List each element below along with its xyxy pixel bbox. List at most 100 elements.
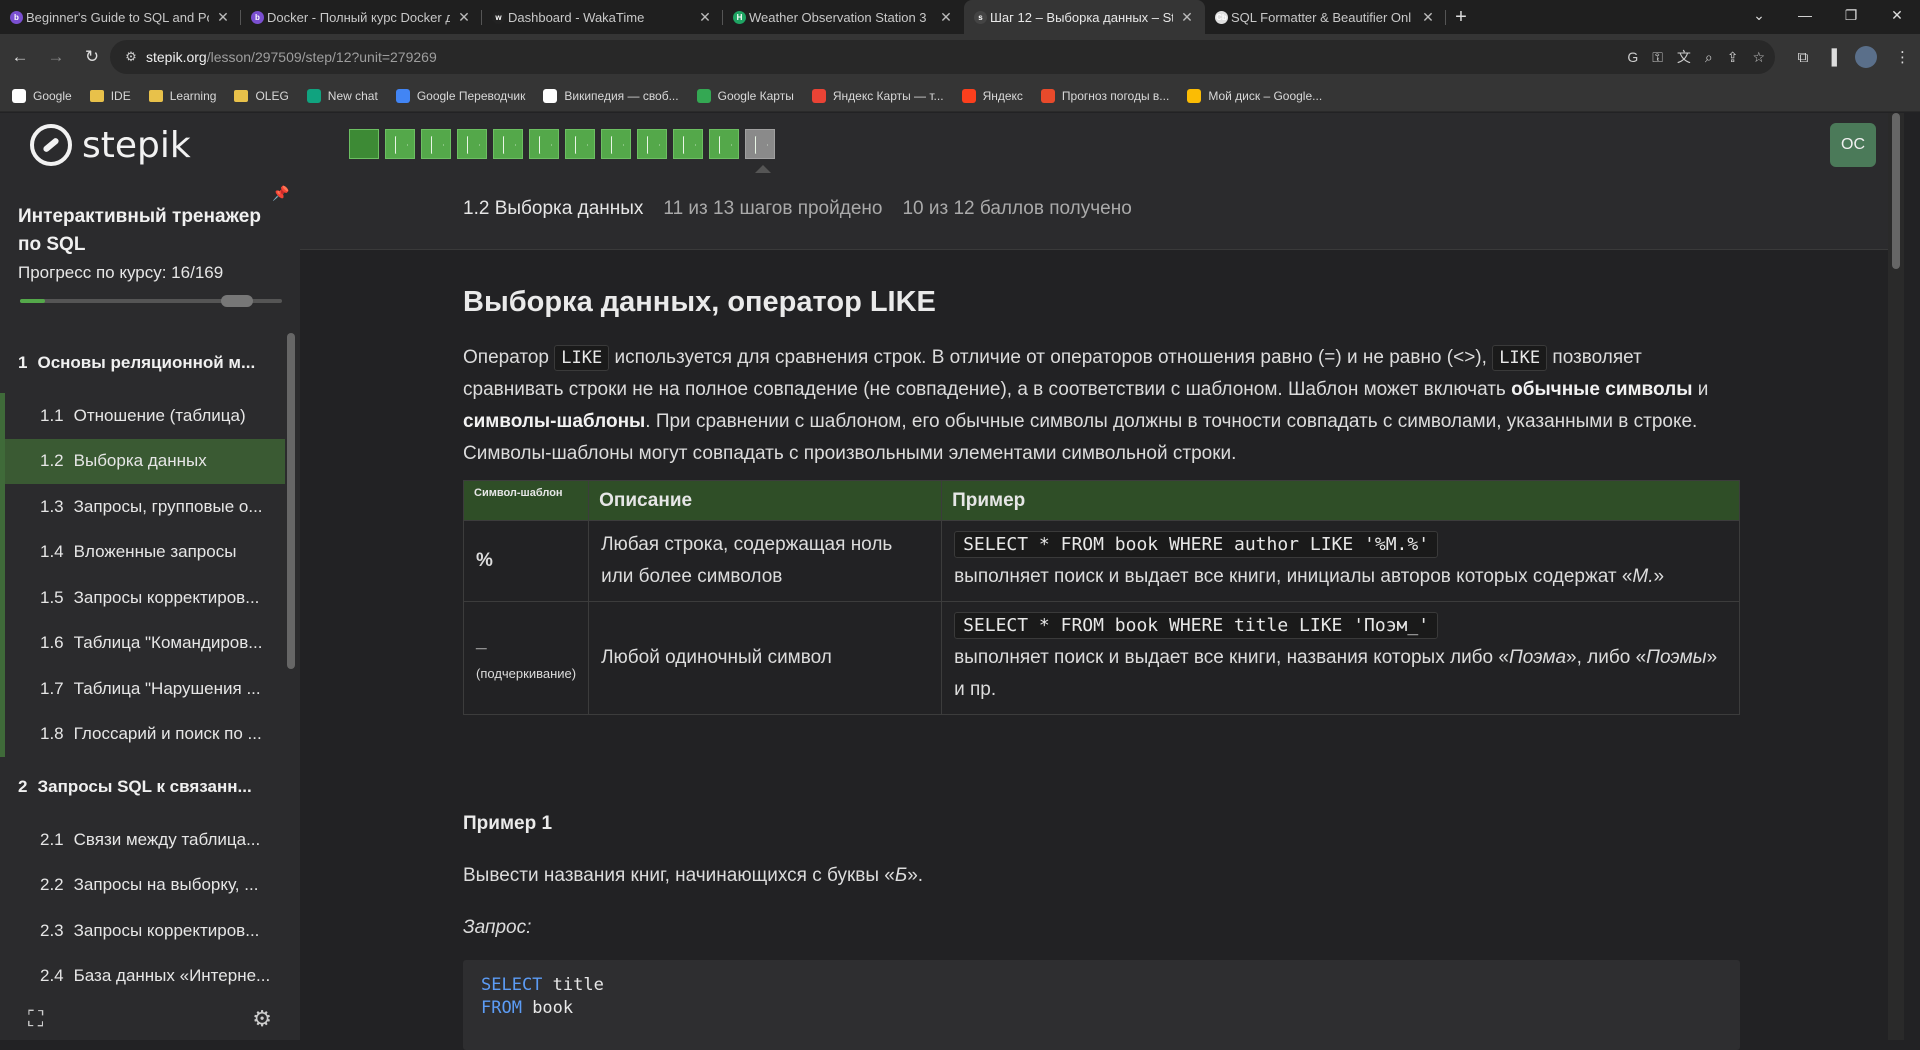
lesson-number: 1.5 (40, 587, 64, 607)
bookmark-item[interactable]: New chat (306, 88, 378, 103)
sidebar-lesson-item[interactable]: 1.5 Запросы корректиров... (0, 575, 285, 621)
browser-tab[interactable]: H Weather Observation Station 3 ✕ (723, 0, 964, 34)
menu-kebab-icon[interactable]: ⋮ (1895, 48, 1910, 66)
back-button[interactable]: ← (4, 41, 36, 73)
step-tab[interactable] (673, 129, 703, 159)
bookmark-item[interactable]: Google (12, 88, 72, 103)
translate-icon[interactable]: 文 (1677, 47, 1691, 67)
tab-search-icon[interactable]: ⌄ (1736, 0, 1782, 30)
site-favicon-icon (696, 88, 711, 103)
step-tab[interactable] (529, 129, 559, 159)
step-tab[interactable] (457, 129, 487, 159)
step-tab[interactable] (385, 129, 415, 159)
bookmark-label: Learning (169, 88, 217, 103)
sidebar-lesson-item[interactable]: 1.4 Вложенные запросы (0, 529, 285, 575)
progress-toggle[interactable] (221, 295, 253, 307)
step-tab[interactable] (709, 129, 739, 159)
maximize-button[interactable]: ❐ (1828, 0, 1874, 30)
step-tab[interactable] (601, 129, 631, 159)
google-lens-icon[interactable]: G (1627, 49, 1638, 65)
course-title[interactable]: Интерактивный тренажер по SQL (18, 203, 278, 259)
sidebar-lesson-item[interactable]: 1.8 Глоссарий и поиск по ... (0, 711, 285, 757)
share-icon[interactable]: ⇪ (1727, 49, 1739, 66)
bookmark-item[interactable]: Мой диск – Google... (1187, 88, 1322, 103)
bookmark-item[interactable]: IDE (89, 89, 131, 103)
user-avatar[interactable]: OC (1830, 123, 1876, 167)
pin-icon[interactable]: 📌 (272, 185, 289, 202)
module-header[interactable]: 1 Основы реляционной м... (0, 333, 285, 393)
step-tab[interactable] (565, 129, 595, 159)
bookmark-star-icon[interactable]: ☆ (1752, 49, 1765, 66)
settings-gear-icon[interactable]: ⚙ (252, 1006, 272, 1032)
new-tab-button[interactable]: + (1446, 0, 1476, 34)
zoom-icon[interactable]: ⌕ (1705, 49, 1713, 66)
step-tab[interactable] (745, 129, 775, 159)
tab-close-icon[interactable]: ✕ (697, 9, 713, 26)
tab-close-icon[interactable]: ✕ (215, 9, 231, 26)
sidebar-scrollbar[interactable] (287, 333, 295, 669)
tab-title: Beginner's Guide to SQL and Po (26, 9, 209, 25)
stepik-logo[interactable]: stepik (30, 123, 191, 167)
bookmark-item[interactable]: Google Переводчик (395, 88, 525, 103)
sidebar-lesson-item[interactable]: 1.6 Таблица "Командиров... (0, 620, 285, 666)
sidebar-lesson-item[interactable]: 2.2 Запросы на выборку, ... (0, 863, 285, 909)
address-bar[interactable]: ⚙ stepik.org/lesson/297509/step/12?unit=… (110, 40, 1775, 74)
sidebar-lesson-item[interactable]: 1.7 Таблица "Нарушения ... (0, 666, 285, 712)
step-tab[interactable] (349, 129, 379, 159)
close-window-button[interactable]: ✕ (1874, 0, 1920, 30)
bookmark-item[interactable]: Google Карты (696, 88, 794, 103)
bookmark-item[interactable]: Яндекс (961, 88, 1023, 103)
text-span: ». (907, 865, 924, 886)
tab-favicon-icon: s (974, 11, 987, 24)
browser-tab[interactable]: b Beginner's Guide to SQL and Po ✕ (0, 0, 241, 34)
bookmark-item[interactable]: Прогноз погоды в... (1040, 88, 1169, 103)
bookmark-item[interactable]: OLEG (234, 89, 289, 103)
reload-button[interactable]: ↻ (76, 41, 108, 73)
sidebar-lesson-item[interactable]: 1.3 Запросы, групповые о... (0, 484, 285, 530)
tab-favicon-icon: w (492, 11, 505, 24)
tab-close-icon[interactable]: ✕ (1420, 9, 1436, 26)
module-header[interactable]: 2 Запросы SQL к связанн... (0, 757, 285, 817)
browser-tab[interactable]: s Шаг 12 – Выборка данных – St ✕ (964, 0, 1205, 34)
sidebar-lesson-item[interactable]: 2.1 Связи между таблица... (0, 817, 285, 863)
sidebar-lesson-item[interactable]: 2.4 База данных «Интерне... (0, 954, 285, 999)
text-span: . При сравнении с шаблоном, его обычные … (463, 411, 1698, 464)
profile-avatar[interactable] (1855, 46, 1877, 68)
lesson-title: Связи между таблица... (73, 829, 261, 849)
fullscreen-icon[interactable]: ⛶ (28, 1006, 43, 1032)
step-tab[interactable] (493, 129, 523, 159)
step-tab[interactable] (421, 129, 451, 159)
main-scrollbar[interactable] (1888, 113, 1904, 1040)
intro-paragraph: Оператор LIKE используется для сравнения… (463, 342, 1743, 470)
symbol-cell: % (462, 520, 590, 602)
side-panel-icon[interactable]: ▐ (1826, 49, 1837, 66)
sidebar-lesson-item[interactable]: 1.1 Отношение (таблица) (0, 393, 285, 439)
browser-tab[interactable]: w Dashboard - WakaTime ✕ (482, 0, 723, 34)
main-scroll-thumb[interactable] (1892, 113, 1900, 269)
inline-code-like: LIKE (554, 345, 610, 371)
sql-code-block[interactable]: SELECT title FROM book (463, 960, 1740, 1050)
password-key-icon[interactable]: ⚿ (1652, 49, 1663, 66)
folder-icon (234, 89, 249, 102)
tab-close-icon[interactable]: ✕ (1179, 9, 1195, 26)
site-info-icon[interactable]: ⚙ (116, 49, 146, 65)
tab-close-icon[interactable]: ✕ (938, 9, 954, 26)
forward-button[interactable]: → (40, 41, 72, 73)
sidebar-lesson-item[interactable]: 1.2 Выборка данных (0, 438, 285, 484)
browser-tab[interactable]: Cb SQL Formatter & Beautifier Onl ✕ (1205, 0, 1446, 34)
bookmark-item[interactable]: Яндекс Карты — т... (811, 88, 944, 103)
minimize-button[interactable]: — (1782, 0, 1828, 30)
bold-term: обычные символы (1511, 379, 1693, 400)
tab-close-icon[interactable]: ✕ (456, 9, 472, 26)
module-number: 2 (18, 777, 28, 796)
browser-tab[interactable]: b Docker - Полный курс Docker д ✕ (241, 0, 482, 34)
bookmark-item[interactable]: Learning (148, 88, 217, 103)
module-title: Основы реляционной м... (37, 353, 256, 372)
extensions-icon[interactable]: ⧉ (1798, 49, 1809, 66)
sidebar-lesson-item[interactable]: 2.3 Запросы корректиров... (0, 908, 285, 954)
step-tab[interactable] (637, 129, 667, 159)
bookmark-item[interactable]: Википедия — своб... (543, 88, 679, 103)
tab-title: Docker - Полный курс Docker д (267, 9, 450, 25)
description-cell: Любой одиночный символ (588, 601, 943, 715)
text-span: Вывести названия книг, начинающихся с бу… (463, 865, 895, 886)
